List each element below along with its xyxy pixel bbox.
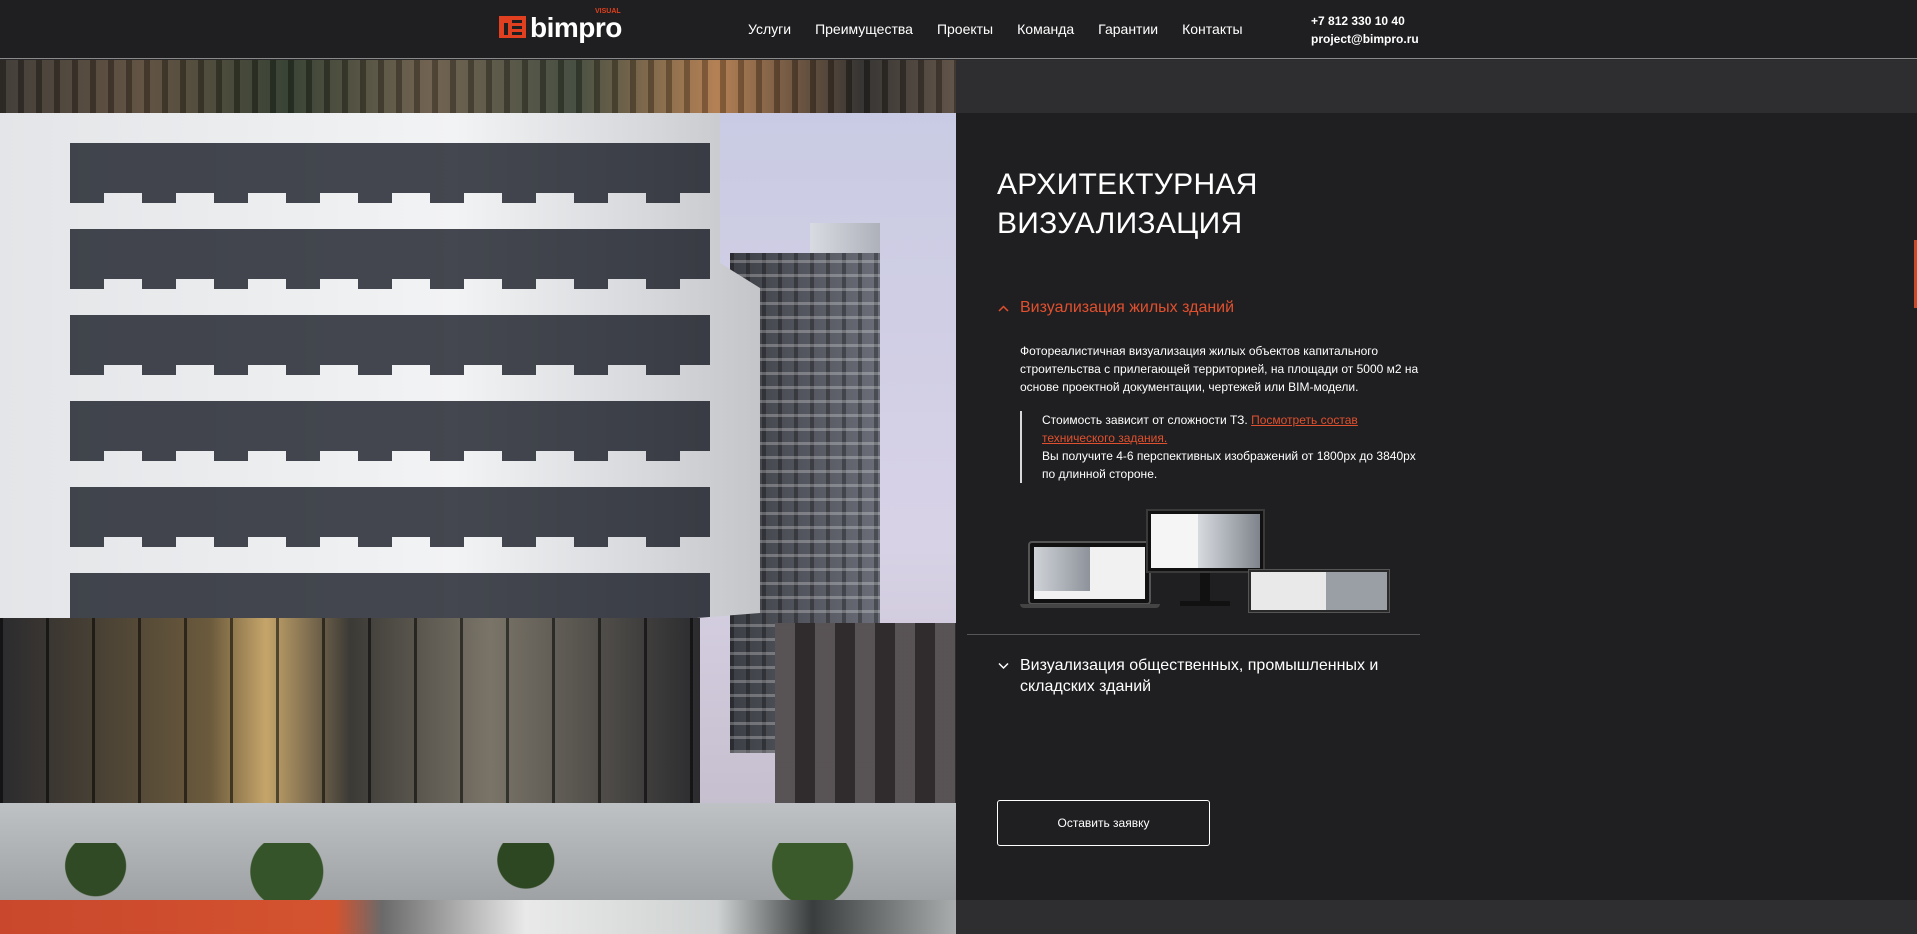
storefront [0, 618, 700, 818]
residential-building-render [0, 113, 956, 900]
nav-link-services[interactable]: Услуги [748, 21, 791, 37]
note-deliverables-text: Вы получите 4-6 перспективных изображени… [1042, 449, 1416, 481]
bimpro-logo[interactable]: bimpro VISUAL [499, 8, 625, 43]
phone-link[interactable]: +7 812 330 10 40 [1311, 12, 1419, 30]
devices-illustration [1020, 503, 1390, 615]
chevron-up-icon [997, 302, 1010, 315]
logo-mark-icon [499, 16, 526, 38]
next-slide-image [0, 900, 956, 934]
landscaping [0, 843, 956, 900]
accordion-public-title: Визуализация общественных, промышленных … [1020, 657, 1379, 695]
accordion-residential-header[interactable]: Визуализация жилых зданий [997, 299, 1234, 317]
accordion-public-header[interactable]: Визуализация общественных, промышленных … [997, 655, 1440, 697]
panel-top-band [956, 60, 1917, 113]
nav-link-contacts[interactable]: Контакты [1182, 21, 1242, 37]
logo-text: bimpro [530, 12, 622, 43]
residential-description: Фотореалистичная визуализация жилых объе… [1020, 344, 1419, 394]
nav-link-team[interactable]: Команда [1017, 21, 1074, 37]
main-nav: Услуги Преимущества Проекты Команда Гара… [748, 21, 1267, 37]
laptop-illustration [1028, 541, 1151, 605]
nav-link-projects[interactable]: Проекты [937, 21, 993, 37]
email-link[interactable]: project@bimpro.ru [1311, 30, 1419, 48]
monitor-stand [1200, 573, 1210, 601]
previous-slide-image [0, 60, 956, 113]
page: bimpro VISUAL Услуги Преимущества Проект… [0, 0, 1917, 934]
logo-tag: VISUAL [595, 8, 621, 15]
accordion-divider [967, 634, 1420, 635]
monitor-stand-base [1180, 601, 1230, 606]
laptop-base [1020, 604, 1160, 608]
section-title-line1: АРХИТЕКТУРНАЯ [997, 168, 1258, 201]
site-header: bimpro VISUAL Услуги Преимущества Проект… [0, 0, 1917, 59]
nav-link-guarantees[interactable]: Гарантии [1098, 21, 1158, 37]
header-contacts: +7 812 330 10 40 project@bimpro.ru [1311, 12, 1419, 48]
building-windows [70, 133, 710, 633]
section-title-line2: ВИЗУАЛИЗАЦИЯ [997, 207, 1243, 240]
panel-bottom-band [956, 900, 1917, 934]
submit-request-button[interactable]: Оставить заявку [997, 800, 1210, 846]
accordion-residential-title: Визуализация жилых зданий [1020, 299, 1235, 316]
section-title: АРХИТЕКТУРНАЯ ВИЗУАЛИЗАЦИЯ [997, 165, 1258, 243]
tablet-illustration [1248, 569, 1390, 613]
nav-link-advantages[interactable]: Преимущества [815, 21, 913, 37]
chevron-down-icon [997, 659, 1010, 672]
residential-note: Стоимость зависит от сложности ТЗ. Посмо… [1020, 411, 1420, 483]
note-cost-text: Стоимость зависит от сложности ТЗ. [1042, 413, 1252, 427]
monitor-illustration [1146, 509, 1265, 573]
